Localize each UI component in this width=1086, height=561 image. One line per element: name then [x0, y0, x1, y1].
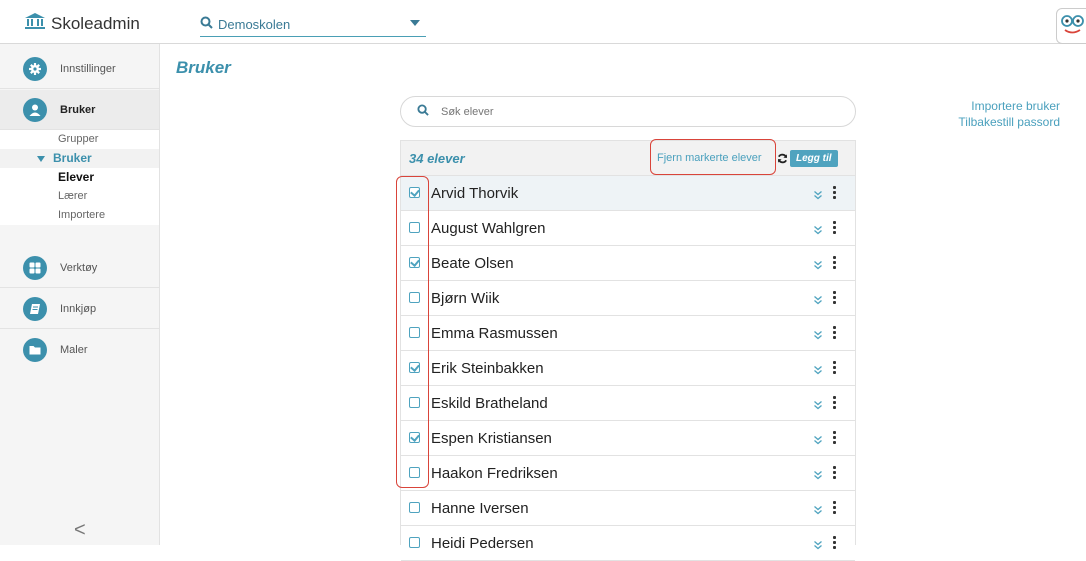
gear-icon — [23, 56, 47, 81]
expand-chevron-icon[interactable] — [813, 327, 823, 345]
list-header: 34 elever Fjern markerte elever Legg til — [401, 141, 855, 176]
page-title: Bruker — [176, 58, 231, 77]
row-menu-icon[interactable] — [833, 501, 837, 516]
sidebar-item-innstillinger[interactable]: Innstillinger — [0, 49, 159, 89]
subnav-elever[interactable]: Elever — [0, 168, 159, 187]
row-menu-icon[interactable] — [833, 396, 837, 411]
mascot-icon[interactable] — [1056, 8, 1086, 44]
import-users-link[interactable]: Importere bruker — [958, 98, 1060, 114]
student-row[interactable]: Bjørn Wiik — [401, 281, 855, 316]
sidebar-item-maler[interactable]: Maler — [0, 330, 159, 370]
expand-chevron-icon[interactable] — [813, 292, 823, 310]
sidebar-item-label: Verktøy — [60, 261, 98, 274]
subnav-laerer[interactable]: Lærer — [0, 187, 159, 206]
student-name: Haakon Fredriksen — [431, 465, 558, 482]
student-name: Beate Olsen — [431, 255, 514, 272]
student-name: August Wahlgren — [431, 220, 546, 237]
school-building-icon — [24, 12, 46, 35]
student-name: Arvid Thorvik — [431, 185, 519, 202]
expand-chevron-icon[interactable] — [813, 222, 823, 240]
search-icon — [200, 16, 213, 34]
student-name: Hanne Iversen — [431, 500, 529, 517]
chevron-down-icon — [410, 20, 420, 26]
top-bar: Skoleadmin Demoskolen — [0, 0, 1086, 44]
subnav-importere[interactable]: Importere — [0, 206, 159, 225]
row-menu-icon[interactable] — [833, 466, 837, 481]
sidebar-item-label: Innkjøp — [60, 302, 97, 315]
student-name: Eskild Bratheland — [431, 395, 548, 412]
grid-icon — [23, 255, 47, 280]
expand-chevron-icon[interactable] — [813, 537, 823, 555]
student-row[interactable]: Heidi Pedersen — [401, 526, 855, 561]
subnav-bruker-label: Bruker — [53, 151, 92, 165]
side-links: Importere bruker Tilbakestill passord — [958, 98, 1060, 130]
school-select-value: Demoskolen — [218, 17, 291, 32]
student-row[interactable]: Arvid Thorvik — [401, 176, 855, 211]
student-name: Bjørn Wiik — [431, 290, 500, 307]
user-icon — [23, 97, 47, 122]
subnav-bruker[interactable]: Bruker — [0, 149, 159, 168]
refresh-icon[interactable] — [777, 151, 788, 169]
expand-chevron-icon[interactable] — [813, 432, 823, 450]
sidebar-item-bruker[interactable]: Bruker — [0, 90, 159, 130]
expand-chevron-icon[interactable] — [813, 362, 823, 380]
row-menu-icon[interactable] — [833, 536, 837, 551]
student-row[interactable]: Erik Steinbakken — [401, 351, 855, 386]
folder-icon — [23, 338, 47, 362]
annotation-remove-link — [650, 139, 776, 175]
subnav-grupper[interactable]: Grupper — [0, 130, 159, 149]
brand-name: Skoleadmin — [51, 13, 140, 33]
student-name: Heidi Pedersen — [431, 535, 534, 552]
expand-chevron-icon[interactable] — [813, 397, 823, 415]
student-count: 34 elever — [409, 151, 465, 166]
student-rows: Arvid Thorvik August Wahlgren Beate Olsen B… — [401, 176, 855, 561]
student-row[interactable]: Haakon Fredriksen — [401, 456, 855, 491]
row-menu-icon[interactable] — [833, 326, 837, 341]
sidebar-item-innkjop[interactable]: Innkjøp — [0, 289, 159, 329]
sidebar-item-label: Maler — [60, 344, 88, 356]
row-checkbox[interactable] — [409, 537, 420, 548]
brand[interactable]: Skoleadmin — [24, 12, 140, 35]
row-menu-icon[interactable] — [833, 431, 837, 446]
search-icon — [401, 103, 429, 121]
student-row[interactable]: Emma Rasmussen — [401, 316, 855, 351]
sidebar-item-verktoy[interactable]: Verktøy — [0, 248, 159, 288]
student-name: Emma Rasmussen — [431, 325, 558, 342]
sidebar-item-label: Bruker — [60, 103, 96, 116]
sidebar-subnav: Grupper Bruker Elever Lærer Importere — [0, 130, 159, 225]
add-button[interactable]: Legg til — [790, 150, 838, 167]
sidebar: Innstillinger Bruker Grupper Bruker Elev… — [0, 44, 160, 545]
row-checkbox[interactable] — [409, 502, 420, 513]
expand-chevron-icon[interactable] — [813, 502, 823, 520]
row-menu-icon[interactable] — [833, 361, 837, 376]
student-name: Espen Kristiansen — [431, 430, 552, 447]
student-row[interactable]: Espen Kristiansen — [401, 421, 855, 456]
student-row[interactable]: August Wahlgren — [401, 211, 855, 246]
row-menu-icon[interactable] — [833, 186, 837, 201]
student-name: Erik Steinbakken — [431, 360, 544, 377]
row-menu-icon[interactable] — [833, 256, 837, 271]
caret-down-icon — [37, 155, 45, 162]
school-select[interactable]: Demoskolen — [200, 13, 426, 37]
search-input[interactable] — [439, 104, 819, 119]
sidebar-item-label: Innstillinger — [60, 62, 116, 75]
annotation-checkbox-column — [396, 176, 429, 488]
student-search[interactable] — [400, 96, 856, 127]
book-icon — [23, 296, 47, 321]
reset-password-link[interactable]: Tilbakestill passord — [958, 114, 1060, 130]
student-row[interactable]: Eskild Bratheland — [401, 386, 855, 421]
expand-chevron-icon[interactable] — [813, 257, 823, 275]
student-row[interactable]: Hanne Iversen — [401, 491, 855, 526]
student-row[interactable]: Beate Olsen — [401, 246, 855, 281]
expand-chevron-icon[interactable] — [813, 467, 823, 485]
row-menu-icon[interactable] — [833, 291, 837, 306]
collapse-sidebar-button[interactable]: < — [74, 519, 86, 542]
student-list: 34 elever Fjern markerte elever Legg til… — [400, 140, 856, 561]
expand-chevron-icon[interactable] — [813, 187, 823, 205]
row-menu-icon[interactable] — [833, 221, 837, 236]
